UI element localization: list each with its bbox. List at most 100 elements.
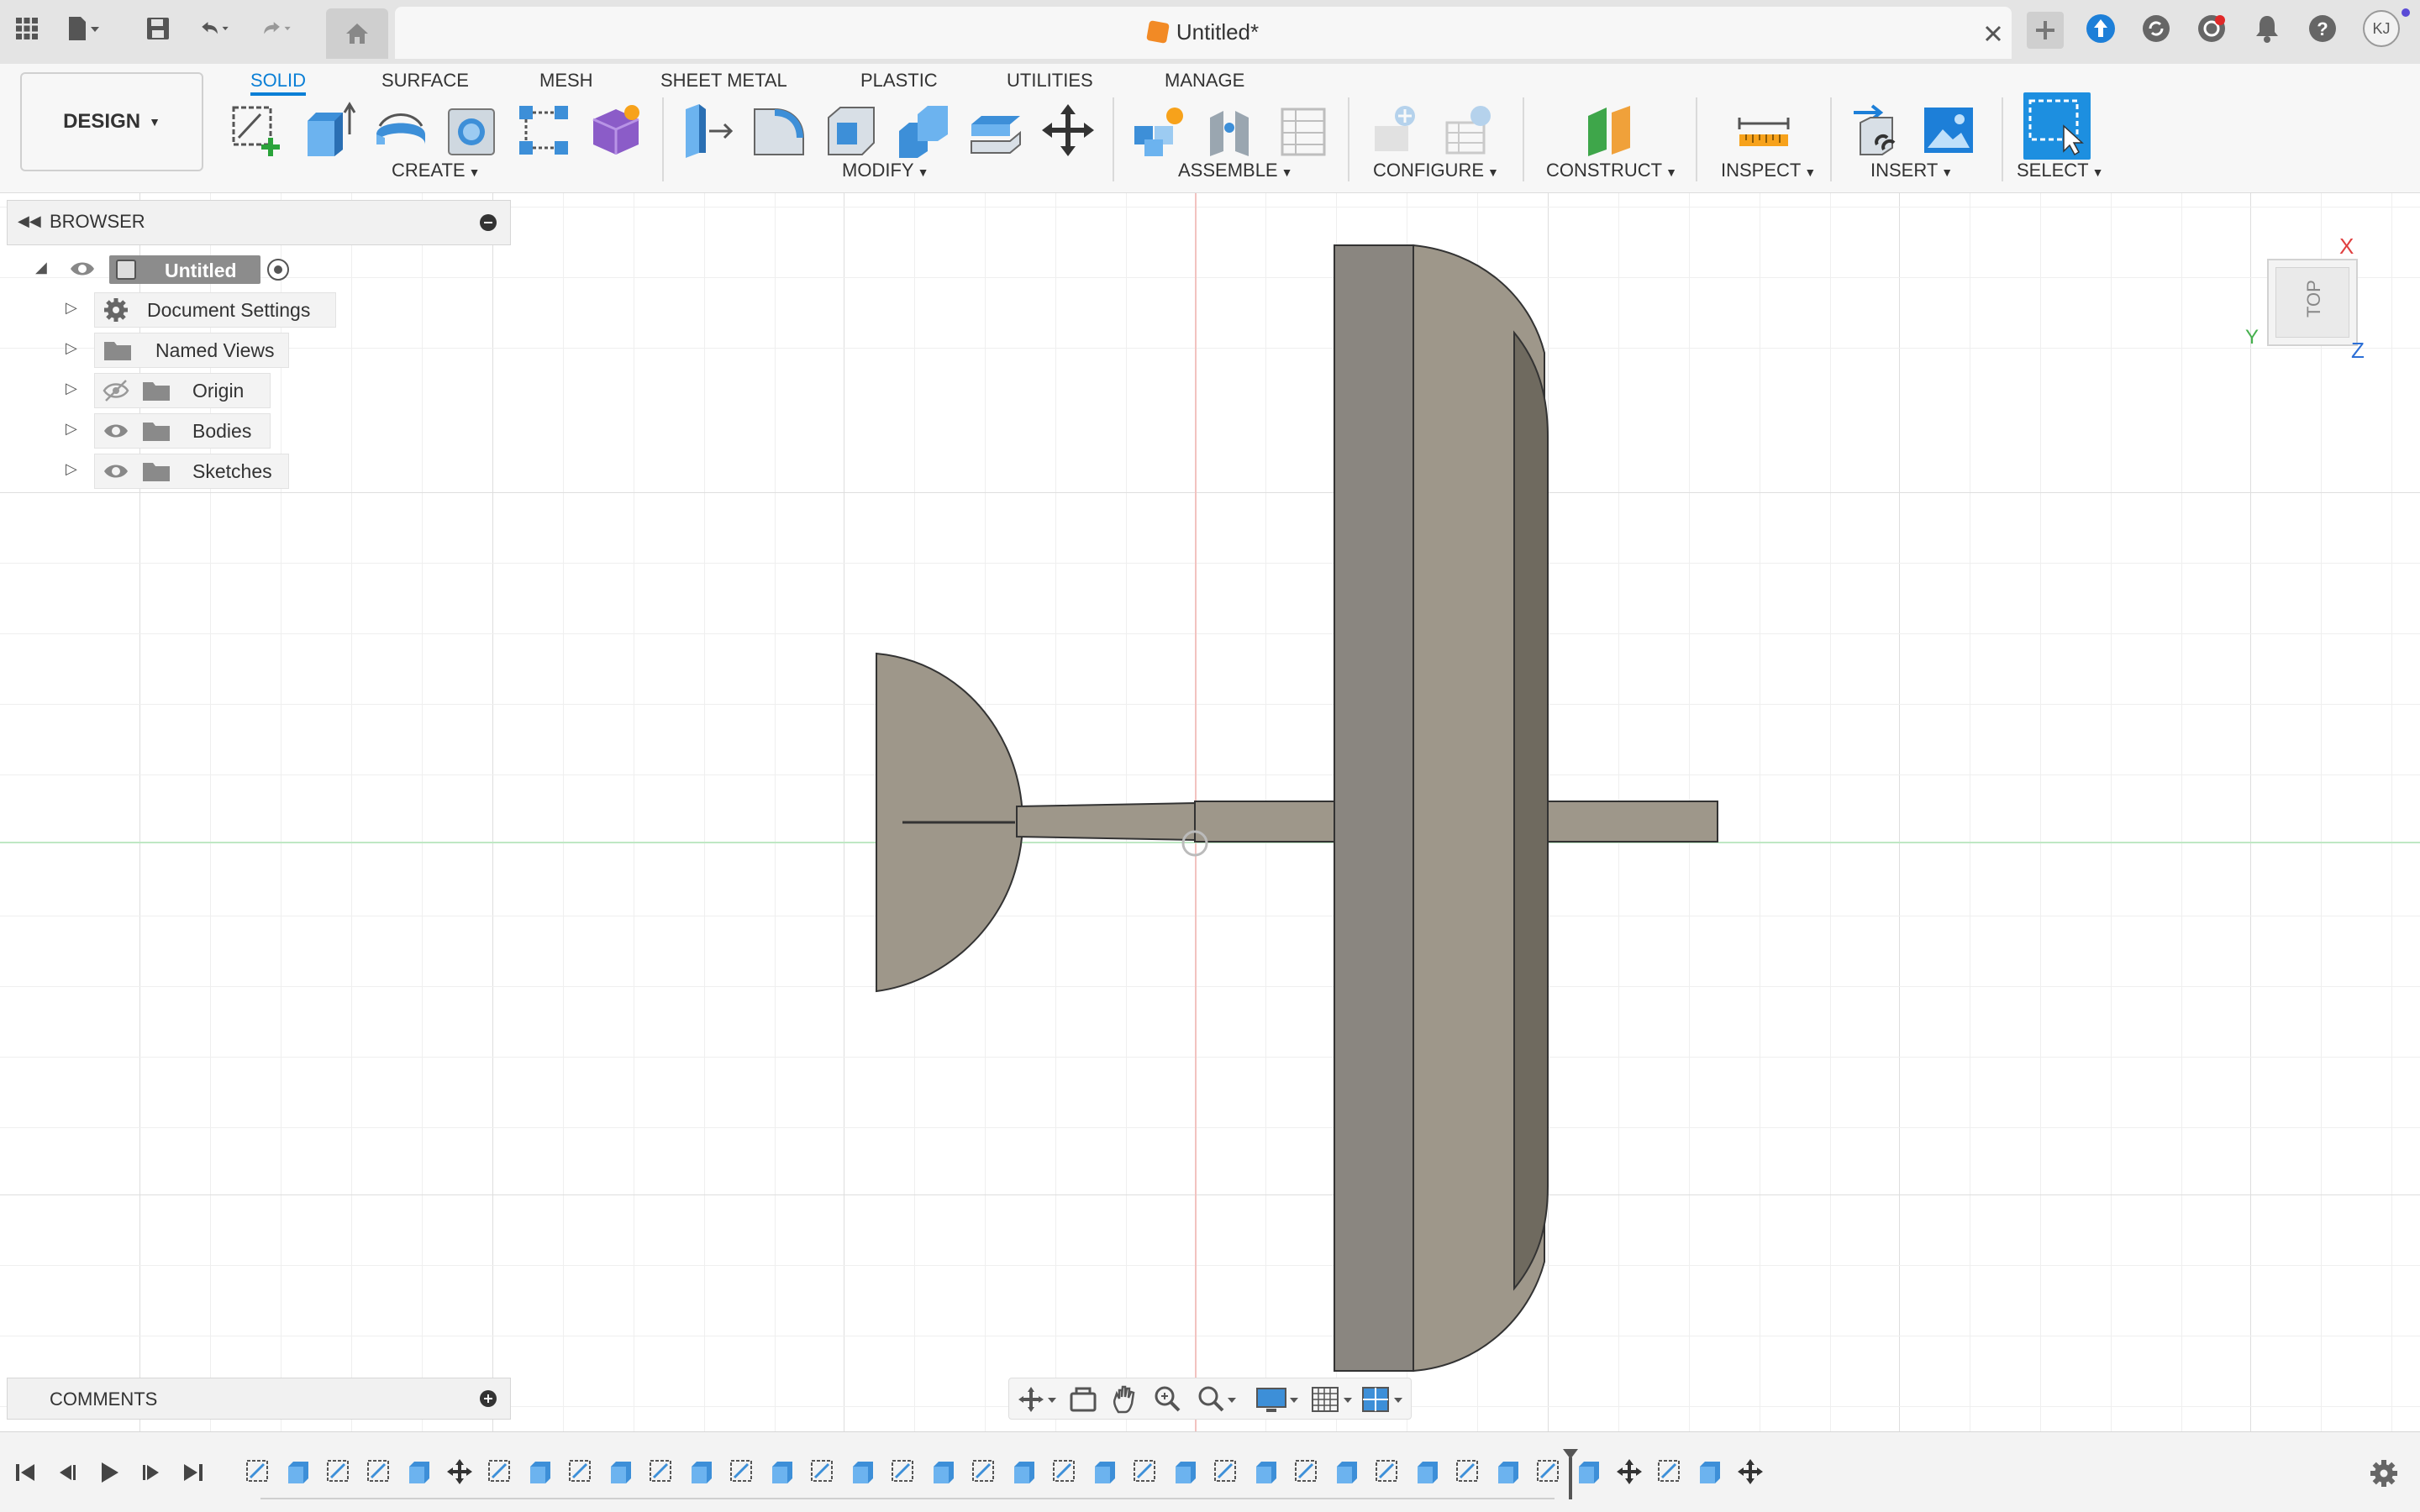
timeline-extrude-icon[interactable] xyxy=(1010,1457,1040,1488)
expand-sketches-icon[interactable]: ▷ xyxy=(66,460,77,478)
display-settings-icon[interactable] xyxy=(1255,1383,1302,1415)
tab-solid[interactable]: SOLID xyxy=(250,64,307,96)
tree-item-origin[interactable]: Origin xyxy=(94,373,271,408)
insert-derive-icon[interactable] xyxy=(1849,101,1907,160)
notifications-icon[interactable] xyxy=(2250,12,2284,45)
zoom-icon[interactable] xyxy=(1152,1383,1182,1415)
tab-utilities[interactable]: UTILITIES xyxy=(1007,64,1093,96)
view-cube-face-top[interactable]: TOP xyxy=(2289,280,2339,318)
new-tab-icon[interactable] xyxy=(2027,12,2064,49)
timeline-sketch-icon[interactable] xyxy=(1534,1457,1565,1488)
move-copy-icon[interactable] xyxy=(1039,101,1097,160)
timeline-extrude-icon[interactable] xyxy=(1252,1457,1282,1488)
zoom-window-icon[interactable] xyxy=(1196,1383,1238,1415)
timeline-sketch-icon[interactable] xyxy=(1292,1457,1323,1488)
timeline-move-icon[interactable] xyxy=(1736,1457,1766,1488)
timeline-extrude-icon[interactable] xyxy=(526,1457,556,1488)
press-pull-icon[interactable] xyxy=(677,101,736,160)
browser-minimize-icon[interactable] xyxy=(480,214,497,231)
go-to-end-icon[interactable] xyxy=(178,1456,208,1489)
modify-menu[interactable]: MODIFY ▼ xyxy=(842,158,929,183)
undo-icon[interactable] xyxy=(198,12,232,45)
assemble-menu[interactable]: ASSEMBLE ▼ xyxy=(1178,158,1292,183)
timeline-sketch-icon[interactable] xyxy=(1655,1457,1686,1488)
visibility-hidden-icon[interactable] xyxy=(102,378,130,403)
expand-root-icon[interactable]: ◢ xyxy=(35,259,47,276)
tab-sheet-metal[interactable]: SHEET METAL xyxy=(660,64,787,96)
job-status-icon[interactable] xyxy=(2139,12,2173,45)
tree-item-bodies[interactable]: Bodies xyxy=(94,413,271,449)
expand-bodies-icon[interactable]: ▷ xyxy=(66,420,77,438)
timeline-sketch-icon[interactable] xyxy=(889,1457,919,1488)
hole-icon[interactable] xyxy=(442,101,501,160)
timeline-extrude-icon[interactable] xyxy=(284,1457,314,1488)
timeline-sketch-icon[interactable] xyxy=(647,1457,677,1488)
expand-document-settings-icon[interactable]: ▷ xyxy=(66,299,77,317)
orbit-icon[interactable] xyxy=(1016,1383,1058,1415)
timeline-extrude-icon[interactable] xyxy=(768,1457,798,1488)
select-menu[interactable]: SELECT ▼ xyxy=(2017,158,2103,183)
timeline-extrude-icon[interactable] xyxy=(607,1457,637,1488)
configure-menu[interactable]: CONFIGURE ▼ xyxy=(1373,158,1499,183)
timeline-sketch-icon[interactable] xyxy=(1131,1457,1161,1488)
tab-surface[interactable]: SURFACE xyxy=(381,64,469,96)
visibility-eye-icon[interactable] xyxy=(102,418,130,444)
look-at-icon[interactable] xyxy=(1068,1383,1098,1415)
configure-table-icon[interactable] xyxy=(1440,101,1499,160)
airplane-model[interactable] xyxy=(0,193,2420,1431)
construct-menu[interactable]: CONSTRUCT ▼ xyxy=(1546,158,1677,183)
combine-icon[interactable] xyxy=(894,101,953,160)
step-forward-icon[interactable] xyxy=(136,1456,166,1489)
timeline-sketch-icon[interactable] xyxy=(1050,1457,1081,1488)
timeline-sketch-icon[interactable] xyxy=(1373,1457,1403,1488)
timeline-sketch-icon[interactable] xyxy=(324,1457,355,1488)
viewports-icon[interactable] xyxy=(1360,1383,1407,1415)
timeline-sketch-icon[interactable] xyxy=(365,1457,395,1488)
apps-grid-icon[interactable] xyxy=(10,12,44,45)
extensions-icon[interactable] xyxy=(2084,12,2118,45)
shell-icon[interactable] xyxy=(822,101,881,160)
timeline-sketch-icon[interactable] xyxy=(244,1457,274,1488)
visibility-eye-icon[interactable] xyxy=(69,255,96,282)
joint-icon[interactable] xyxy=(1202,101,1260,160)
pattern-icon[interactable] xyxy=(514,101,573,160)
fillet-icon[interactable] xyxy=(750,101,808,160)
bill-of-materials-icon[interactable] xyxy=(1274,101,1333,160)
timeline-extrude-icon[interactable] xyxy=(929,1457,960,1488)
tab-manage[interactable]: MANAGE xyxy=(1165,64,1244,96)
timeline-extrude-icon[interactable] xyxy=(1494,1457,1524,1488)
offset-plane-icon[interactable] xyxy=(1581,101,1640,160)
timeline-sketch-icon[interactable] xyxy=(970,1457,1000,1488)
timeline-extrude-icon[interactable] xyxy=(1696,1457,1726,1488)
go-to-start-icon[interactable] xyxy=(10,1456,40,1489)
timeline-settings-gear-icon[interactable] xyxy=(2368,1457,2400,1489)
timeline-extrude-icon[interactable] xyxy=(849,1457,879,1488)
offset-face-icon[interactable] xyxy=(966,101,1025,160)
comments-panel[interactable]: COMMENTS xyxy=(7,1378,511,1420)
insert-menu[interactable]: INSERT ▼ xyxy=(1870,158,1953,183)
expand-origin-icon[interactable]: ▷ xyxy=(66,380,77,397)
tree-item-sketches[interactable]: Sketches xyxy=(94,454,289,489)
expand-named-views-icon[interactable]: ▷ xyxy=(66,339,77,357)
inspect-menu[interactable]: INSPECT ▼ xyxy=(1721,158,1816,183)
timeline-sketch-icon[interactable] xyxy=(808,1457,839,1488)
collapse-browser-icon[interactable]: ◀◀ xyxy=(18,213,41,230)
activate-component-icon[interactable] xyxy=(267,259,289,281)
timeline-marker[interactable] xyxy=(1561,1447,1580,1501)
timeline-sketch-icon[interactable] xyxy=(1212,1457,1242,1488)
create-sketch-icon[interactable] xyxy=(227,101,286,160)
document-tab[interactable]: Untitled* xyxy=(395,7,2012,59)
close-tab-icon[interactable] xyxy=(1978,18,2008,49)
insert-canvas-icon[interactable] xyxy=(1919,101,1978,160)
home-tab[interactable] xyxy=(326,8,388,59)
tree-item-document-settings[interactable]: Document Settings xyxy=(94,292,336,328)
help-icon[interactable]: ? xyxy=(2306,12,2339,45)
save-icon[interactable] xyxy=(141,12,175,45)
timeline-extrude-icon[interactable] xyxy=(687,1457,718,1488)
pan-icon[interactable] xyxy=(1110,1383,1140,1415)
revolve-icon[interactable] xyxy=(371,101,430,160)
timeline-extrude-icon[interactable] xyxy=(405,1457,435,1488)
timeline-extrude-icon[interactable] xyxy=(1413,1457,1444,1488)
extrude-icon[interactable] xyxy=(299,101,358,160)
timeline-move-icon[interactable] xyxy=(445,1457,476,1488)
